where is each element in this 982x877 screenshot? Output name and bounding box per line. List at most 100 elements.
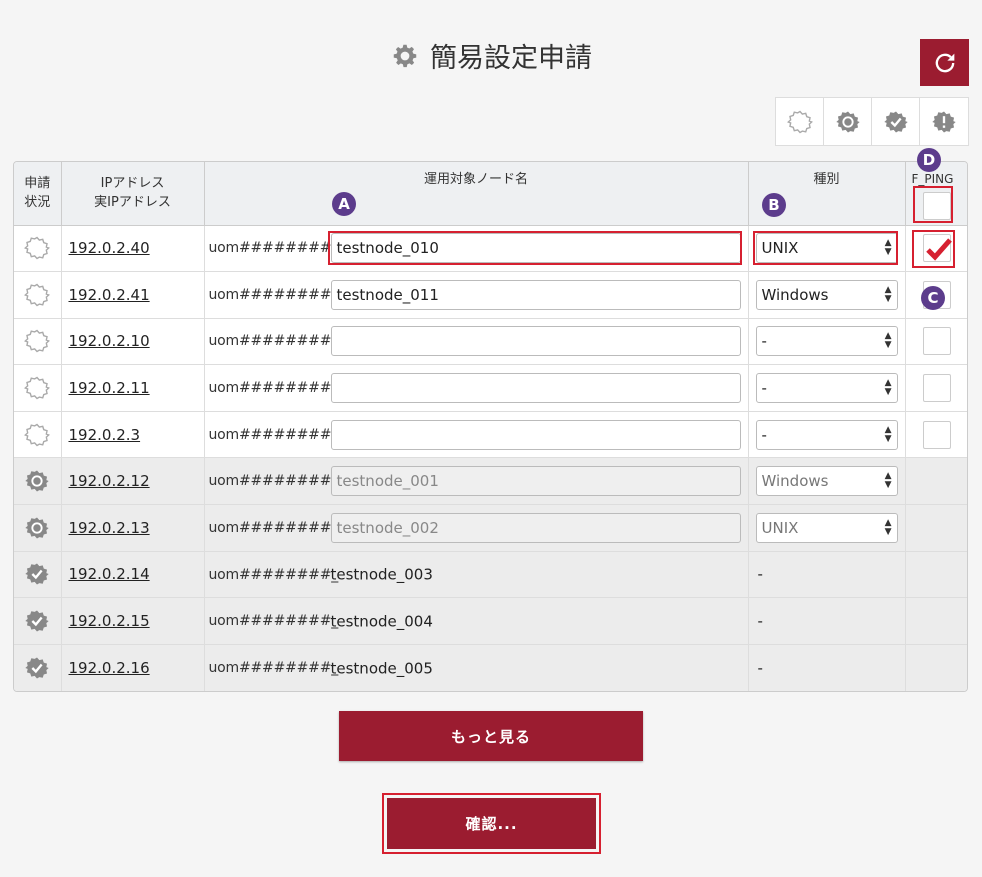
gear-icon — [393, 44, 417, 67]
type-text: - — [757, 565, 763, 584]
node-table: 申請 状況 IPアドレス 実IPアドレス 運用対象ノード名 種別 F_PING 19… — [13, 161, 968, 692]
marker-a: A — [332, 192, 356, 216]
ip-link[interactable]: 192.0.2.14 — [69, 565, 150, 583]
ip-link[interactable]: 192.0.2.15 — [69, 612, 150, 630]
ip-link[interactable]: 192.0.2.10 — [69, 332, 150, 350]
node-name-text: testnode_005 — [330, 659, 433, 678]
header-node-label: 運用対象ノード名 — [423, 171, 528, 187]
node-prefix: uom########_ — [208, 660, 339, 677]
filter-pending-button[interactable] — [776, 98, 824, 145]
type-cell: - ▲ ▼ — [748, 318, 906, 366]
header-status-line1: 申請 — [24, 176, 51, 192]
header-node: 運用対象ノード名 — [204, 162, 749, 226]
ping-checkbox[interactable] — [923, 374, 952, 403]
ping-cell — [905, 644, 967, 691]
type-select[interactable]: - ▲ ▼ — [755, 373, 898, 404]
type-select[interactable]: - ▲ ▼ — [755, 419, 898, 450]
status-cell — [14, 271, 62, 319]
table-header-row: 申請 状況 IPアドレス 実IPアドレス 運用対象ノード名 種別 F_PING — [14, 162, 967, 226]
gear-outline-icon — [24, 236, 51, 260]
type-cell: - — [748, 597, 906, 645]
node-cell: uom########_testnode_001 — [204, 457, 749, 506]
node-cell: uom########_ — [204, 364, 749, 412]
node-name-input[interactable]: testnode_011 — [330, 279, 741, 310]
page-title: 簡易設定申請 — [430, 43, 592, 74]
status-cell — [14, 644, 62, 691]
status-cell — [14, 457, 62, 506]
type-select-value: Windows — [761, 472, 829, 491]
marker-d: D — [917, 148, 941, 172]
ping-cell — [905, 457, 967, 506]
node-name-input[interactable] — [330, 419, 741, 450]
select-all-checkbox[interactable] — [922, 192, 951, 220]
ip-link[interactable]: 192.0.2.11 — [69, 379, 150, 397]
type-cell: Windows ▲ ▼ — [748, 457, 906, 506]
node-prefix: uom########_ — [208, 566, 339, 583]
status-cell — [14, 364, 62, 412]
node-prefix: uom########_ — [208, 286, 339, 303]
marker-c: C — [921, 286, 945, 310]
node-cell: uom########_testnode_002 — [204, 504, 749, 552]
node-cell: uom########_testnode_011 — [204, 271, 749, 319]
table-row: 192.0.2.10 uom########_ - ▲ ▼ — [14, 318, 967, 366]
node-name-input[interactable] — [330, 326, 741, 357]
type-cell: - — [748, 644, 906, 691]
type-cell: - ▲ ▼ — [748, 364, 906, 412]
ip-cell: 192.0.2.11 — [61, 364, 205, 412]
type-select[interactable]: - ▲ ▼ — [755, 326, 898, 357]
node-prefix: uom########_ — [208, 473, 339, 490]
ip-link[interactable]: 192.0.2.40 — [69, 239, 150, 257]
filter-error-button[interactable] — [920, 98, 968, 145]
type-text: - — [757, 612, 763, 631]
ip-link[interactable]: 192.0.2.41 — [69, 286, 150, 304]
node-prefix: uom########_ — [208, 519, 339, 536]
select-arrow-icon: ▲ ▼ — [884, 378, 892, 398]
type-select[interactable]: Windows ▲ ▼ — [755, 279, 898, 310]
ip-cell: 192.0.2.12 — [61, 457, 205, 506]
refresh-button[interactable] — [920, 39, 969, 86]
type-select-value: UNIX — [761, 518, 799, 537]
filter-done-button[interactable] — [872, 98, 920, 145]
ping-checkbox[interactable] — [923, 327, 952, 356]
select-arrow-icon: ▲ ▼ — [884, 471, 892, 491]
ping-checkbox[interactable] — [923, 420, 952, 449]
select-arrow-icon: ▲ ▼ — [884, 238, 892, 258]
filter-processing-button[interactable] — [824, 98, 872, 145]
ip-cell: 192.0.2.3 — [61, 411, 205, 459]
page-header: 簡易設定申請 — [0, 36, 982, 74]
ip-link[interactable]: 192.0.2.13 — [69, 519, 150, 537]
ip-link[interactable]: 192.0.2.3 — [69, 426, 141, 444]
ping-checkbox-checked[interactable] — [923, 234, 953, 263]
table-row: 192.0.2.16 uom########_testnode_005 - — [14, 644, 967, 691]
header-status-line2: 状況 — [24, 195, 51, 211]
header-ip-line1: IPアドレス — [100, 176, 165, 192]
gear-check-icon — [25, 563, 49, 585]
type-cell: - — [748, 551, 906, 599]
gear-check-icon — [25, 610, 49, 632]
ip-cell: 192.0.2.14 — [61, 551, 205, 599]
type-select-value: - — [761, 332, 767, 351]
status-cell — [14, 225, 62, 273]
gear-sync-icon — [25, 470, 49, 492]
node-prefix: uom########_ — [208, 240, 339, 257]
select-arrow-icon: ▲ ▼ — [884, 424, 892, 444]
ip-cell: 192.0.2.40 — [61, 225, 205, 273]
table-row: 192.0.2.15 uom########_testnode_004 - — [14, 597, 967, 645]
node-name-input[interactable] — [330, 373, 741, 404]
table-row: 192.0.2.13 uom########_testnode_002 UNIX… — [14, 504, 967, 552]
node-cell: uom########_testnode_005 — [204, 644, 749, 691]
gear-alert-icon — [932, 111, 956, 132]
more-button[interactable]: もっと見る — [339, 711, 643, 761]
gear-sync-icon — [25, 517, 49, 539]
status-cell — [14, 551, 62, 599]
confirm-button[interactable]: 確認... — [387, 798, 596, 849]
node-cell: uom########_ — [204, 318, 749, 366]
ip-link[interactable]: 192.0.2.12 — [69, 472, 150, 490]
node-name-input[interactable]: testnode_010 — [330, 233, 741, 264]
table-row: 192.0.2.41 uom########_testnode_011 Wind… — [14, 271, 967, 319]
node-cell: uom########_ — [204, 411, 749, 459]
type-cell: UNIX ▲ ▼ — [748, 504, 906, 552]
type-select[interactable]: UNIX ▲ ▼ — [755, 233, 898, 264]
gear-check-icon — [25, 657, 49, 679]
ip-link[interactable]: 192.0.2.16 — [69, 659, 150, 677]
